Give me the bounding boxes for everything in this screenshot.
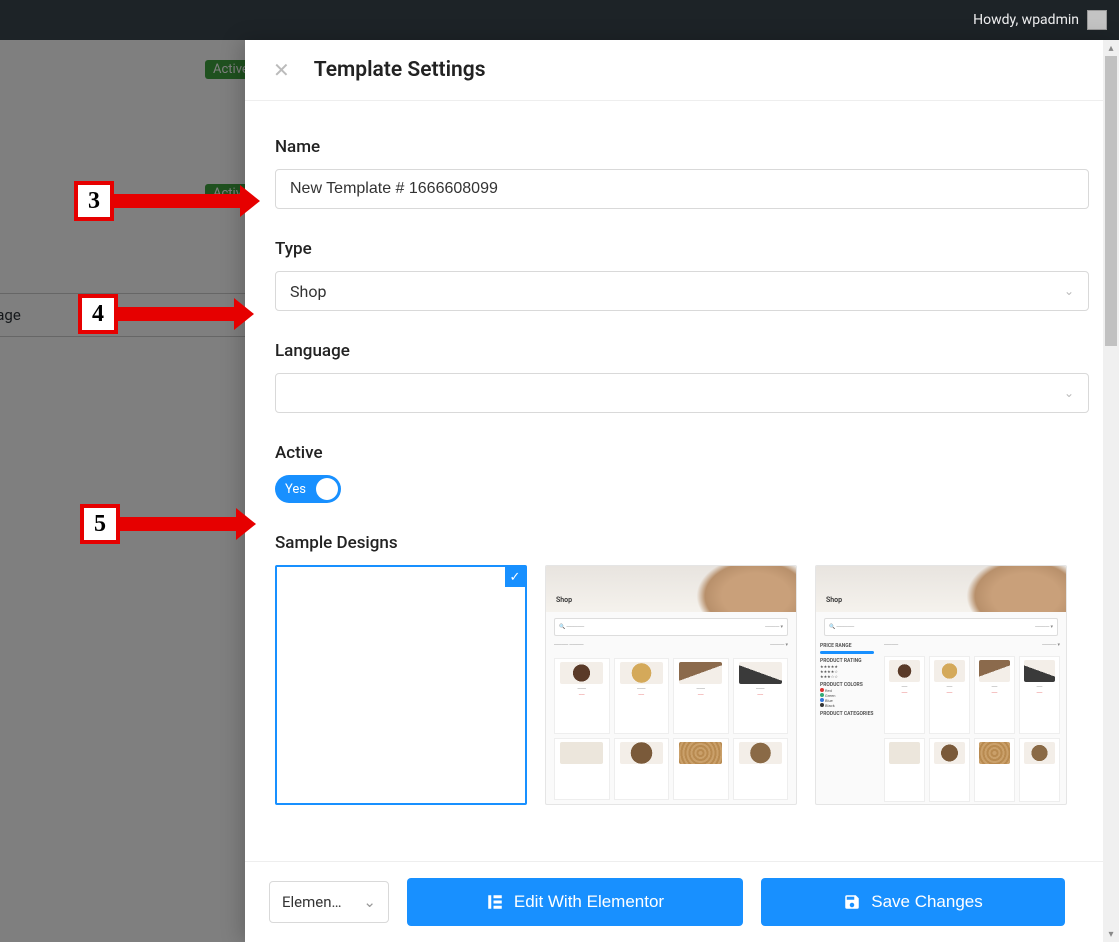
field-active: Active Yes [275,443,1089,503]
mini-shop-title: Shop [556,596,572,604]
scroll-up-icon[interactable]: ▴ [1103,40,1119,56]
arrow-icon [118,307,236,321]
editor-select-value: Elemen… [282,893,342,911]
check-icon: ✓ [505,567,525,587]
annotation-3: 3 [74,181,242,221]
annotation-number: 3 [74,181,114,221]
annotation-4: 4 [78,294,236,334]
active-label: Active [275,443,1089,463]
mini-shop-title: Shop [826,596,842,604]
field-language: Language ⌄ [275,341,1089,413]
name-input[interactable] [275,169,1089,209]
close-icon[interactable]: ✕ [273,58,290,82]
admin-greeting[interactable]: Howdy, wpadmin [973,12,1079,28]
field-name: Name [275,137,1089,209]
designs-grid: ✓ Shop 🔍 ───────── ▾ ──── ──────── ▾ ───… [275,565,1089,805]
chevron-down-icon: ⌄ [1064,284,1074,298]
scrollbar[interactable]: ▴ ▾ [1103,40,1119,942]
arrow-icon [114,194,242,208]
annotation-number: 4 [78,294,118,334]
field-type: Type Shop ⌄ [275,239,1089,311]
edit-with-elementor-button[interactable]: Edit With Elementor [407,878,743,926]
annotation-5: 5 [80,504,238,544]
annotation-number: 5 [80,504,120,544]
design-card-blank[interactable]: ✓ [275,565,527,805]
scroll-down-icon[interactable]: ▾ [1103,926,1119,942]
template-settings-panel: ✕ Template Settings Name Type Shop ⌄ Lan… [245,40,1119,942]
designs-label: Sample Designs [275,533,1089,553]
arrow-icon [120,517,238,531]
type-select[interactable]: Shop ⌄ [275,271,1089,311]
active-toggle[interactable]: Yes [275,475,341,503]
avatar[interactable] [1087,10,1107,30]
chevron-down-icon: ⌄ [363,893,376,911]
type-label: Type [275,239,1089,259]
panel-body: Name Type Shop ⌄ Language ⌄ Active Yes [245,101,1119,861]
design-card-shop-grid[interactable]: Shop 🔍 ───────── ▾ ──── ──────── ▾ ─────… [545,565,797,805]
toggle-label: Yes [285,482,306,497]
field-sample-designs: Sample Designs ✓ Shop 🔍 ───────── ▾ ────… [275,533,1089,805]
editor-select[interactable]: Elemen… ⌄ [269,881,389,923]
scroll-thumb[interactable] [1105,56,1117,346]
edit-button-label: Edit With Elementor [514,892,664,912]
wp-admin-bar: Howdy, wpadmin [0,0,1119,40]
design-card-shop-sidebar[interactable]: Shop 🔍 ───────── ▾ PRICE RANGE PRODUCT R… [815,565,1067,805]
language-select[interactable]: ⌄ [275,373,1089,413]
elementor-icon [486,893,504,911]
toggle-knob [316,478,338,500]
panel-footer: Elemen… ⌄ Edit With Elementor Save Chang… [245,861,1119,942]
panel-title: Template Settings [314,58,486,82]
save-icon [843,893,861,911]
type-value: Shop [290,282,326,301]
name-label: Name [275,137,1089,157]
panel-header: ✕ Template Settings [245,40,1119,101]
save-changes-button[interactable]: Save Changes [761,878,1065,926]
chevron-down-icon: ⌄ [1064,386,1074,400]
save-button-label: Save Changes [871,892,983,912]
language-label: Language [275,341,1089,361]
